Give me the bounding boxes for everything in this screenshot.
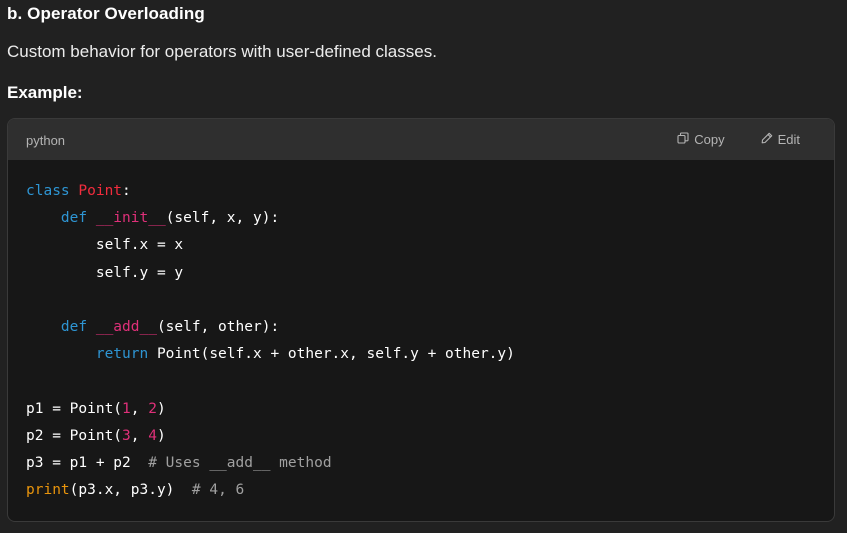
code-token: return bbox=[95, 346, 157, 363]
code-line: def __init__(self, x, y): bbox=[26, 208, 279, 228]
code-token: __add__ bbox=[95, 319, 157, 335]
section-heading: b. Operator Overloading bbox=[7, 4, 205, 23]
section-description: Custom behavior for operators with user-… bbox=[7, 42, 437, 61]
code-token: ) bbox=[156, 400, 166, 417]
code-token: , bbox=[130, 427, 149, 444]
code-token: p3 = p1 + p2 bbox=[26, 455, 149, 471]
code-token: (self, x, y): bbox=[165, 210, 280, 227]
code-token: 2 bbox=[148, 400, 157, 417]
code-token: __init__ bbox=[95, 210, 166, 227]
code-line: return Point(self.x + other.x, self.y + … bbox=[26, 344, 515, 364]
code-token: def bbox=[60, 319, 96, 335]
code-block-header: python Copy Edit bbox=[8, 119, 834, 160]
code-token: Point(self.x + other.x, self.y + other.y… bbox=[156, 346, 515, 363]
pencil-icon bbox=[761, 132, 773, 147]
edit-button[interactable]: Edit bbox=[761, 132, 800, 147]
code-token: def bbox=[60, 210, 96, 227]
code-token: , bbox=[130, 400, 149, 417]
code-line: p3 = p1 + p2 # Uses __add__ method bbox=[26, 453, 332, 473]
code-token: class bbox=[26, 183, 79, 199]
code-line: p1 = Point(1, 2) bbox=[26, 399, 166, 419]
code-token: 4 bbox=[148, 427, 157, 444]
code-line: self.x = x bbox=[26, 235, 183, 255]
code-token: : bbox=[122, 183, 131, 199]
code-token: # Uses __add__ method bbox=[148, 455, 332, 471]
copy-icon bbox=[677, 132, 689, 147]
code-token: self.y = y bbox=[26, 264, 184, 281]
code-token: 1 bbox=[122, 400, 131, 417]
code-token: 3 bbox=[122, 427, 131, 444]
code-token: ) bbox=[156, 427, 166, 444]
code-block-actions: Copy Edit bbox=[677, 132, 800, 147]
code-token: p1 = Point( bbox=[26, 400, 123, 417]
code-line: p2 = Point(3, 4) bbox=[26, 426, 166, 446]
code-token: print bbox=[26, 482, 70, 499]
edit-button-label: Edit bbox=[777, 132, 800, 147]
code-token: Point bbox=[78, 183, 123, 199]
code-line: print(p3.x, p3.y) # 4, 6 bbox=[26, 480, 244, 500]
code-token: # 4, 6 bbox=[191, 482, 245, 499]
code-line: self.y = y bbox=[26, 263, 183, 283]
code-block: python Copy Edit class Point: def __init… bbox=[7, 118, 835, 522]
code-token: p2 = Point( bbox=[26, 427, 123, 444]
copy-button-label: Copy bbox=[694, 132, 725, 147]
copy-button[interactable]: Copy bbox=[677, 132, 725, 147]
code-token: (p3.x, p3.y) bbox=[69, 482, 192, 499]
example-label: Example: bbox=[7, 83, 83, 102]
code-line: class Point: bbox=[26, 181, 131, 201]
code-token: self.x = x bbox=[26, 237, 184, 254]
code-token: (self, other): bbox=[156, 319, 280, 335]
code-language-label: python bbox=[26, 133, 66, 148]
code-line: def __add__(self, other): bbox=[26, 317, 279, 337]
